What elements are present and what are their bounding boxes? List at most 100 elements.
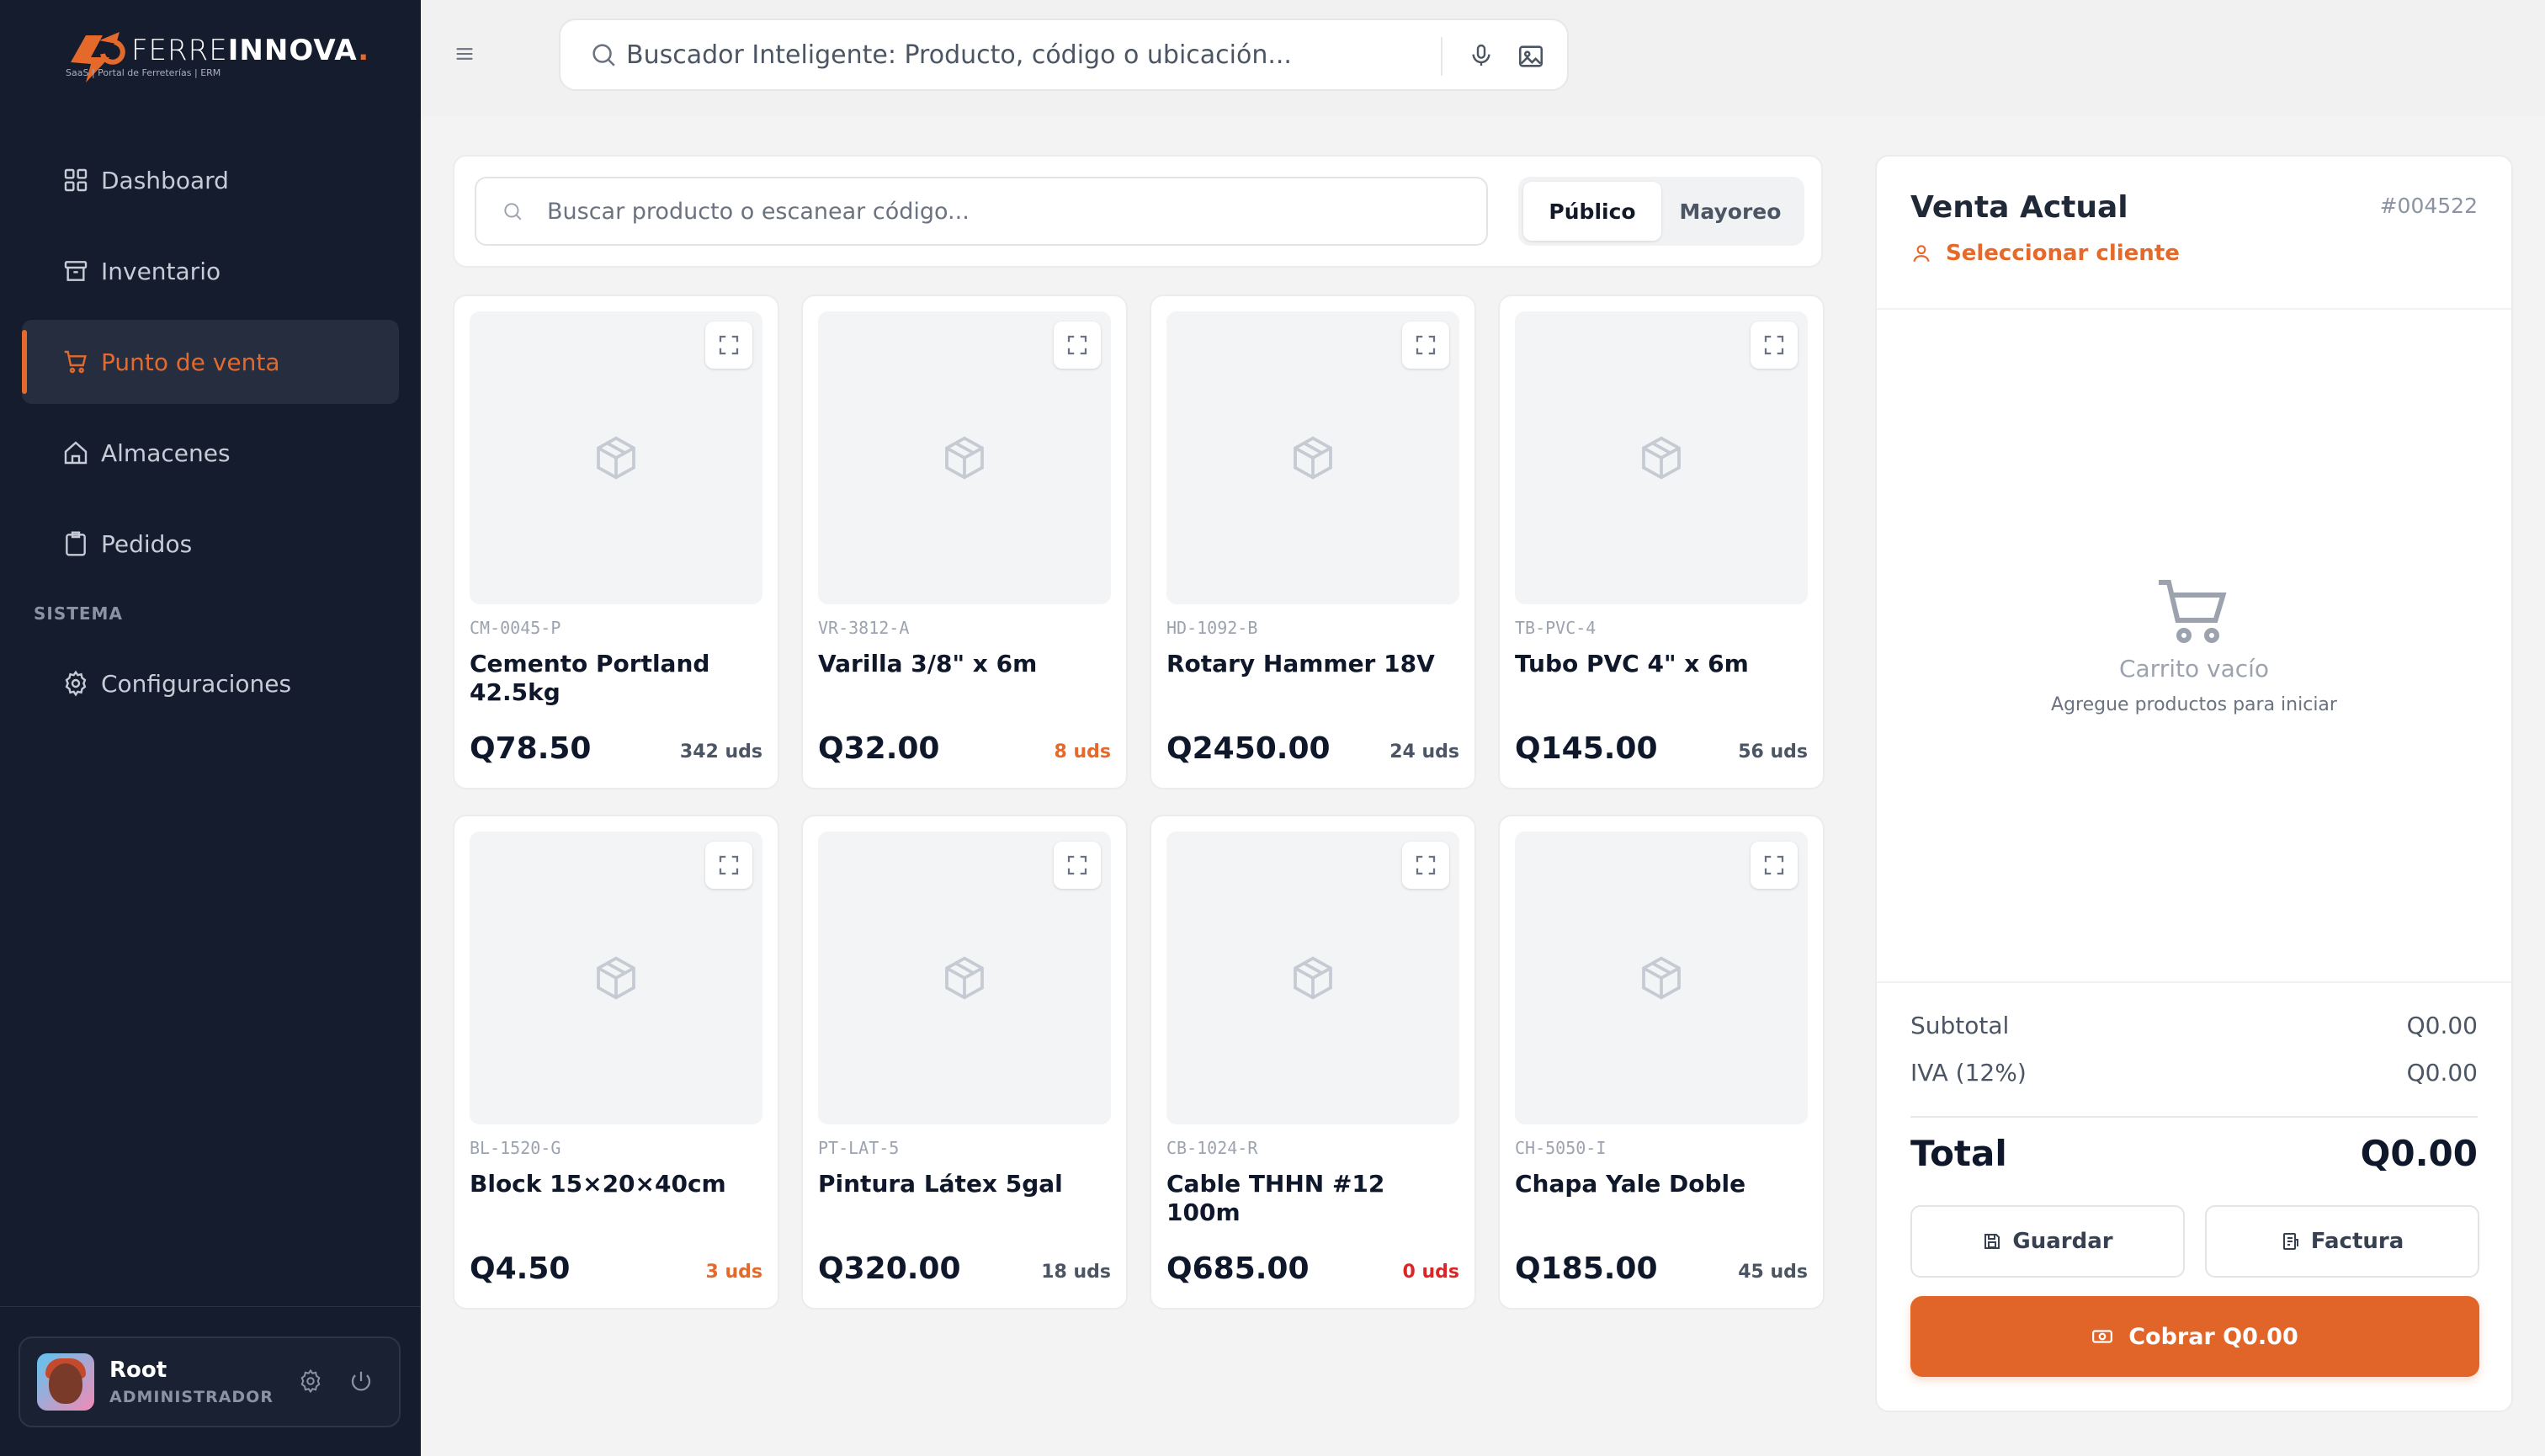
sidebar-item-punto-de-venta[interactable]: Punto de venta [22,320,399,404]
user-role: ADMINISTRADOR [109,1388,274,1406]
smart-search-bar [559,19,1569,91]
product-search-input[interactable] [547,198,1439,225]
empty-cart-state: Carrito vacío Agregue productos para ini… [1877,577,2511,715]
empty-cart-subtitle: Agregue productos para iniciar [2051,694,2337,715]
product-search-box [475,177,1488,246]
product-code: HD-1092-B [1166,618,1258,638]
expand-icon [1416,335,1436,355]
product-stock: 342 uds [679,741,762,763]
expand-button[interactable] [1402,321,1449,369]
sidebar-item-label: Dashboard [101,166,229,194]
product-image [818,832,1111,1124]
product-card[interactable]: CH-5050-I Chapa Yale Doble Q185.00 45 uds [1498,815,1825,1310]
cart-panel: Venta Actual #004522 Seleccionar cliente… [1875,155,2513,1412]
box-icon [1294,436,1332,480]
sale-number: #004522 [2379,194,2478,218]
search-divider [1441,37,1443,76]
product-card[interactable]: PT-LAT-5 Pintura Látex 5gal Q320.00 18 uds [801,815,1128,1310]
product-code: VR-3812-A [818,618,910,638]
product-price: Q320.00 [818,1251,961,1286]
price-mode-toggle: Público Mayoreo [1518,177,1804,246]
invoice-label: Factura [2310,1229,2404,1254]
expand-icon [719,855,739,875]
box-icon [945,436,984,480]
user-info: Root ADMINISTRADOR [109,1358,274,1406]
gear-icon[interactable] [298,1368,323,1394]
power-icon[interactable] [348,1368,374,1394]
product-price: Q4.50 [470,1251,571,1286]
sidebar-item-pedidos[interactable]: Pedidos [22,502,399,586]
product-price: Q78.50 [470,731,592,766]
avatar[interactable] [37,1353,94,1411]
cash-icon [2092,1330,2113,1343]
save-button[interactable]: Guardar [1910,1205,2185,1278]
archive-icon [64,261,88,281]
charge-button[interactable]: Cobrar Q0.00 [1910,1296,2479,1377]
expand-button[interactable] [1054,842,1101,889]
clipboard-icon [66,531,86,556]
sidebar-item-inventario[interactable]: Inventario [22,229,399,313]
product-card[interactable]: CB-1024-R Cable THHN #12 100m Q685.00 0 uds [1150,815,1476,1310]
product-card[interactable]: VR-3812-A Varilla 3/8" x 6m Q32.00 8 uds [801,295,1128,789]
sidebar-item-label: Punto de venta [101,348,280,376]
sidebar-section-label: SISTEMA [34,603,123,624]
product-card[interactable]: TB-PVC-4 Tubo PVC 4" x 6m Q145.00 56 uds [1498,295,1825,789]
product-name: Cemento Portland 42.5kg [470,650,710,706]
sidebar-item-almacenes[interactable]: Almacenes [22,411,399,495]
grid-icon [64,168,88,192]
product-name: Cable THHN #12 100m [1166,1170,1385,1226]
search-icon [592,44,615,66]
select-client-button[interactable]: Seleccionar cliente [1910,241,2180,266]
charge-label: Cobrar Q0.00 [2128,1323,2298,1350]
product-image [470,832,762,1124]
total-row: Total Q0.00 [1910,1133,2478,1174]
microphone-icon[interactable] [1468,42,1495,69]
smart-search-input[interactable] [626,40,1417,70]
menu-icon[interactable] [453,42,476,66]
subtotal-label: Subtotal [1910,1012,2010,1039]
total-value: Q0.00 [2360,1133,2478,1174]
sidebar: FERREINNOVA. SaaS | Portal de Ferretería… [0,0,421,1456]
sidebar-item-label: Almacenes [101,438,231,467]
product-price: Q185.00 [1515,1251,1658,1286]
sidebar-item-dashboard[interactable]: Dashboard [22,138,399,222]
sidebar-item-configuraciones[interactable]: Configuraciones [22,641,399,725]
expand-icon [1764,855,1784,875]
home-icon [64,441,88,465]
expand-icon [1416,855,1436,875]
user-name: Root [109,1358,167,1383]
avatar-face [49,1363,82,1404]
product-code: BL-1520-G [470,1138,561,1158]
image-search-icon[interactable] [1517,42,1545,71]
invoice-button[interactable]: Factura [2205,1205,2479,1278]
expand-button[interactable] [1054,321,1101,369]
product-price: Q145.00 [1515,731,1658,766]
sidebar-item-label: Pedidos [101,529,193,558]
user-actions [298,1368,374,1394]
topbar [421,0,2545,116]
box-icon [597,956,635,1000]
expand-button[interactable] [1402,842,1449,889]
expand-button[interactable] [1751,321,1798,369]
product-card[interactable]: CM-0045-P Cemento Portland 42.5kg Q78.50 34… [453,295,779,789]
product-stock: 3 uds [705,1262,762,1283]
product-card[interactable]: HD-1092-B Rotary Hammer 18V Q2450.00 24 uds [1150,295,1476,789]
iva-label: IVA (12%) [1910,1059,2027,1087]
product-price: Q685.00 [1166,1251,1310,1286]
price-mode-mayoreo[interactable]: Mayoreo [1661,182,1799,241]
expand-button[interactable] [705,842,752,889]
product-price: Q2450.00 [1166,731,1331,766]
empty-cart-title: Carrito vacío [2118,655,2270,683]
price-mode-publico[interactable]: Público [1523,182,1661,241]
expand-button[interactable] [705,321,752,369]
product-stock: 18 uds [1041,1262,1111,1283]
product-grid: CM-0045-P Cemento Portland 42.5kg Q78.50 34… [453,295,1825,1310]
cart-title: Venta Actual [1910,190,2128,225]
expand-button[interactable] [1751,842,1798,889]
expand-icon [719,335,739,355]
product-card[interactable]: BL-1520-G Block 15×20×40cm Q4.50 3 uds [453,815,779,1310]
product-stock: 8 uds [1054,741,1111,763]
user-card[interactable]: Root ADMINISTRADOR [19,1336,401,1427]
box-icon [1294,956,1332,1000]
sidebar-item-label: Inventario [101,257,221,285]
